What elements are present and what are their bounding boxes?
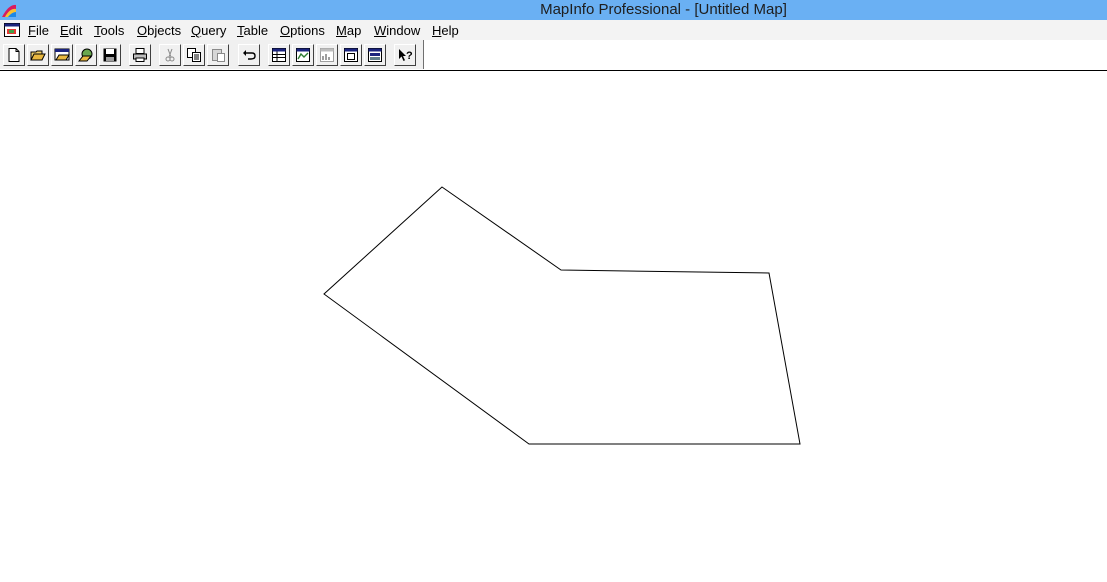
map-polygon-region[interactable] bbox=[323, 186, 801, 445]
menu-tools[interactable]: Tools bbox=[94, 23, 124, 38]
menu-map-label: Map bbox=[336, 23, 362, 38]
menu-table[interactable]: Table bbox=[237, 23, 268, 38]
save-icon bbox=[103, 48, 117, 62]
new-mapper-button[interactable] bbox=[292, 44, 314, 66]
new-layout-button[interactable] bbox=[340, 44, 362, 66]
menu-query[interactable]: Query bbox=[191, 23, 226, 38]
open-folder-icon bbox=[30, 50, 46, 61]
standard-toolbar: ? bbox=[0, 40, 424, 69]
menu-map[interactable]: Map bbox=[336, 23, 361, 38]
menu-file-label: File bbox=[28, 23, 49, 38]
help-pointer-icon: ? bbox=[399, 49, 413, 62]
menu-help-label: Help bbox=[432, 23, 459, 38]
cut-icon bbox=[165, 48, 175, 62]
new-browser-button[interactable] bbox=[268, 44, 290, 66]
new-redistrict-icon bbox=[368, 48, 382, 62]
undo-icon bbox=[243, 50, 256, 60]
new-browser-icon bbox=[272, 48, 286, 62]
new-button[interactable] bbox=[3, 44, 25, 66]
menu-options-label: Options bbox=[280, 23, 325, 38]
menu-help[interactable]: Help bbox=[432, 23, 459, 38]
menu-window-label: Window bbox=[374, 23, 421, 38]
open-button[interactable] bbox=[27, 44, 49, 66]
paste-icon bbox=[212, 49, 225, 62]
menu-edit-label: Edit bbox=[60, 23, 83, 38]
help-pointer-button[interactable]: ? bbox=[394, 44, 416, 66]
copy-button[interactable] bbox=[183, 44, 205, 66]
open-workspace-button[interactable] bbox=[51, 44, 73, 66]
paste-button[interactable] bbox=[207, 44, 229, 66]
toolbar-area: ? bbox=[0, 40, 1107, 71]
new-redistrict-button[interactable] bbox=[364, 44, 386, 66]
open-workspace-icon bbox=[54, 48, 70, 61]
new-layout-icon bbox=[344, 48, 358, 62]
map-window[interactable] bbox=[0, 71, 1107, 577]
map-document-icon[interactable] bbox=[4, 22, 20, 38]
new-document-icon bbox=[8, 48, 20, 62]
menu-bar: File Edit Tools Objects Query Table Opti… bbox=[0, 20, 1107, 40]
menu-file[interactable]: File bbox=[28, 23, 49, 38]
map-canvas-svg[interactable] bbox=[0, 71, 1107, 577]
menu-options[interactable]: Options bbox=[280, 23, 325, 38]
new-mapper-icon bbox=[296, 48, 310, 62]
menu-query-label: Query bbox=[191, 23, 227, 38]
menu-objects-label: Objects bbox=[137, 23, 182, 38]
menu-objects[interactable]: Objects bbox=[137, 23, 181, 38]
save-button[interactable] bbox=[99, 44, 121, 66]
svg-text:?: ? bbox=[406, 50, 413, 62]
undo-button[interactable] bbox=[238, 44, 260, 66]
menu-tools-label: Tools bbox=[94, 23, 125, 38]
menu-table-label: Table bbox=[237, 23, 269, 38]
cut-button[interactable] bbox=[159, 44, 181, 66]
open-dbms-icon bbox=[78, 48, 93, 62]
new-graph-button[interactable] bbox=[316, 44, 338, 66]
menu-edit[interactable]: Edit bbox=[60, 23, 82, 38]
window-title: MapInfo Professional - [Untitled Map] bbox=[540, 1, 787, 18]
menu-window[interactable]: Window bbox=[374, 23, 420, 38]
print-icon bbox=[133, 48, 147, 62]
open-dbms-button[interactable] bbox=[75, 44, 97, 66]
print-button[interactable] bbox=[129, 44, 151, 66]
new-graph-icon bbox=[320, 48, 334, 62]
copy-icon bbox=[187, 48, 201, 62]
title-bar[interactable]: MapInfo Professional - [Untitled Map] bbox=[0, 0, 1107, 20]
